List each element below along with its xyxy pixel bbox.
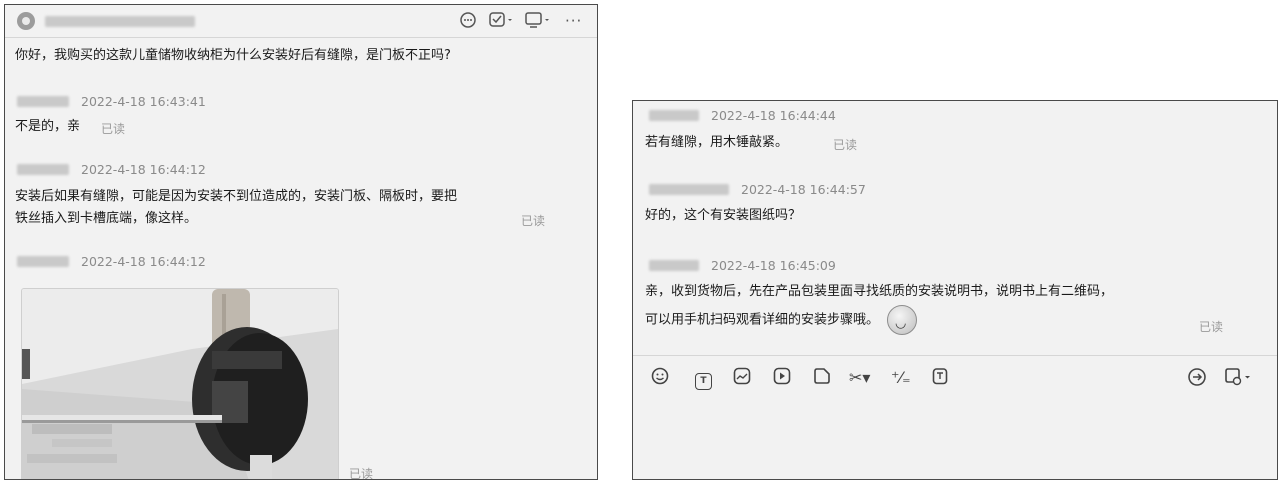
timestamp: 2022-4-18 16:44:57 — [741, 182, 866, 197]
more-icon[interactable]: ··· — [565, 11, 582, 31]
timestamp: 2022-4-18 16:44:12 — [81, 254, 206, 269]
message-text-line: 铁丝插入到卡槽底端，像这样。 — [15, 211, 198, 226]
sender-name-redacted — [17, 256, 69, 267]
options-icon[interactable] — [1223, 367, 1253, 393]
video-icon[interactable] — [773, 367, 791, 391]
chat-window-left: ··· 你好，我购买的这款儿童储物收纳柜为什么安装好后有缝隙，是门板不正吗? 2… — [4, 4, 598, 480]
timestamp: 2022-4-18 16:45:09 — [711, 258, 836, 273]
image-icon[interactable] — [733, 367, 751, 391]
sender-name-redacted — [649, 110, 699, 121]
message-text-line: 可以用手机扫码观看详细的安装步骤哦。 — [645, 305, 918, 335]
message-meta: 2022-4-18 16:44:12 — [17, 159, 206, 177]
read-status: 已读 — [101, 122, 126, 136]
message-meta: 2022-4-18 16:44:57 — [649, 179, 866, 197]
contact-name-redacted — [45, 16, 195, 27]
emoji-icon[interactable] — [651, 367, 669, 391]
timestamp: 2022-4-18 16:44:12 — [81, 162, 206, 177]
text-icon[interactable]: T — [695, 367, 712, 390]
message-text-line: 安装后如果有缝隙，可能是因为安装不到位造成的，安装门板、隔板时，要把 — [15, 189, 458, 204]
message-text-line: 亲，收到货物后，先在产品包装里面寻找纸质的安装说明书，说明书上有二维码， — [645, 284, 1114, 299]
timestamp: 2022-4-18 16:44:44 — [711, 108, 836, 123]
cabinet-hinge-image — [22, 289, 338, 479]
scissors-icon[interactable]: ✂▾ — [849, 367, 870, 389]
message-text: 若有缝隙，用木锤敲紧。 — [645, 135, 789, 150]
timestamp: 2022-4-18 16:43:41 — [81, 94, 206, 109]
message-meta: 2022-4-18 16:43:41 — [17, 91, 206, 109]
smile-emoji-icon — [887, 305, 918, 335]
sender-name-redacted — [17, 96, 69, 107]
product-photo[interactable] — [21, 288, 339, 479]
message-meta: 2022-4-18 16:44:44 — [649, 105, 836, 123]
format-icon[interactable]: ⁺⁄₌ — [891, 367, 911, 389]
chat-window-right: 2022-4-18 16:44:44 若有缝隙，用木锤敲紧。 已读 2022-4… — [632, 100, 1278, 480]
file-icon[interactable] — [813, 367, 831, 391]
read-status: 已读 — [1199, 320, 1224, 334]
message-meta: 2022-4-18 16:45:09 — [649, 255, 836, 273]
message-meta: 2022-4-18 16:44:12 — [17, 251, 206, 269]
sender-name-redacted — [17, 164, 69, 175]
avatar[interactable] — [17, 12, 35, 30]
message-text: 你好，我购买的这款儿童储物收纳柜为什么安装好后有缝隙，是门板不正吗? — [15, 48, 451, 63]
sender-name-redacted — [649, 260, 699, 271]
send-icon[interactable] — [1187, 367, 1207, 393]
message-text: 好的，这个有安装图纸吗？ — [645, 208, 802, 223]
message-text-line2: 可以用手机扫码观看详细的安装步骤哦。 — [645, 312, 880, 328]
screen-share-icon[interactable] — [525, 11, 553, 34]
input-toolbar: T ✂▾ ⁺⁄₌ — [633, 355, 1277, 404]
chat-header: ··· — [5, 5, 597, 38]
message-text: 不是的，亲 — [15, 119, 81, 134]
checklist-icon[interactable] — [489, 11, 515, 34]
clipboard-icon[interactable] — [931, 367, 949, 391]
read-status: 已读 — [833, 138, 858, 152]
chat-bubble-icon[interactable] — [459, 11, 477, 34]
read-status: 已读 — [521, 214, 546, 228]
sender-name-redacted — [649, 184, 729, 195]
read-status: 已读 — [349, 467, 374, 480]
